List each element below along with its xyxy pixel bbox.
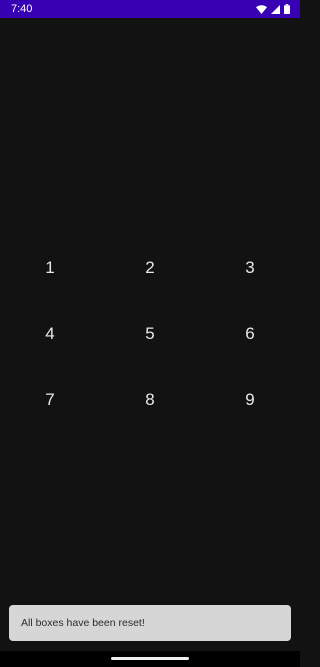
grid-cell-5[interactable]: 5 <box>120 314 180 354</box>
wifi-icon <box>256 4 267 14</box>
grid-cell-9[interactable]: 9 <box>220 380 280 420</box>
status-bar: 7:40 <box>0 0 300 18</box>
grid-cell-4[interactable]: 4 <box>20 314 80 354</box>
battery-icon <box>284 4 290 14</box>
grid-cell-1[interactable]: 1 <box>20 248 80 288</box>
snackbar-message: All boxes have been reset! <box>21 617 145 629</box>
grid-cell-6[interactable]: 6 <box>220 314 280 354</box>
signal-icon <box>271 4 280 14</box>
grid-cell-7[interactable]: 7 <box>20 380 80 420</box>
home-gesture-handle[interactable] <box>111 657 189 660</box>
app-content: 1 2 3 4 5 6 7 8 9 <box>0 18 300 651</box>
status-icons <box>256 4 290 14</box>
grid-cell-2[interactable]: 2 <box>120 248 180 288</box>
grid-cell-8[interactable]: 8 <box>120 380 180 420</box>
grid-cell-3[interactable]: 3 <box>220 248 280 288</box>
navigation-bar <box>0 651 300 667</box>
status-time: 7:40 <box>11 3 33 15</box>
snackbar: All boxes have been reset! <box>9 605 291 641</box>
